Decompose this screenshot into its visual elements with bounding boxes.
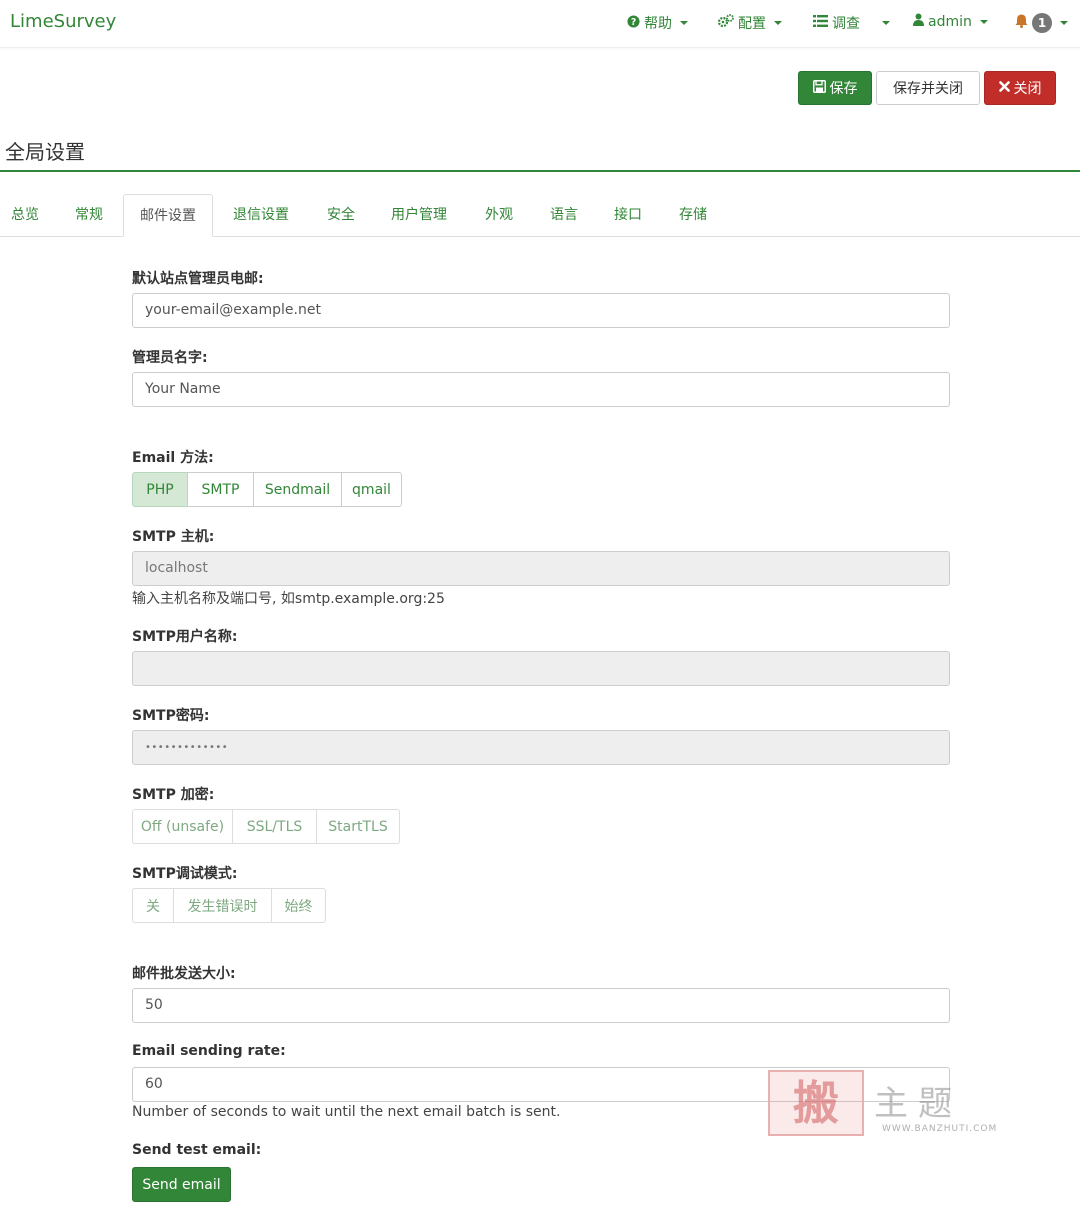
- batch-size-label: 邮件批发送大小:: [132, 966, 236, 982]
- email-method-qmail[interactable]: qmail: [341, 472, 402, 507]
- svg-text:?: ?: [631, 17, 636, 28]
- top-navbar: LimeSurvey ? 帮助 配置 调查 admin 1: [0, 0, 1080, 48]
- site-watermark: 搬 主题 WWW.BANZHUTI.COM: [768, 1070, 1000, 1136]
- cogs-icon: [717, 14, 734, 32]
- admin-email-label: 默认站点管理员电邮:: [132, 271, 264, 287]
- save-button[interactable]: 保存: [798, 71, 872, 105]
- send-test-email-button[interactable]: Send email: [132, 1167, 231, 1202]
- chevron-down-icon: [1060, 21, 1068, 25]
- help-menu[interactable]: ? 帮助: [627, 13, 688, 33]
- smtp-debug-label: SMTP调试模式:: [132, 866, 238, 882]
- help-menu-label: 帮助: [644, 16, 672, 32]
- tab-interfaces[interactable]: 接口: [614, 194, 642, 237]
- smtp-encryption-off[interactable]: Off (unsafe): [132, 809, 233, 844]
- smtp-host-label: SMTP 主机:: [132, 529, 215, 545]
- admin-name-input[interactable]: Your Name: [132, 372, 950, 407]
- surveys-menu[interactable]: 调查: [813, 13, 890, 33]
- smtp-encryption-label: SMTP 加密:: [132, 787, 215, 803]
- smtp-password-input[interactable]: •••••••••••••: [132, 730, 950, 765]
- email-method-php[interactable]: PHP: [132, 472, 188, 507]
- close-button-label: 关闭: [1013, 81, 1042, 97]
- close-button[interactable]: 关闭: [984, 71, 1056, 105]
- brand-logo[interactable]: LimeSurvey: [10, 11, 116, 32]
- bell-icon: [1015, 14, 1028, 32]
- tab-security[interactable]: 安全: [327, 194, 355, 237]
- smtp-username-input[interactable]: [132, 651, 950, 686]
- tab-appearance[interactable]: 外观: [485, 194, 513, 237]
- config-menu[interactable]: 配置: [717, 13, 782, 33]
- tab-bounce-settings[interactable]: 退信设置: [233, 194, 289, 237]
- test-email-label: Send test email:: [132, 1142, 262, 1158]
- close-icon: [998, 80, 1010, 96]
- watermark-logo: 搬: [768, 1070, 864, 1136]
- sending-rate-help: Number of seconds to wait until the next…: [132, 1104, 561, 1120]
- question-circle-icon: ?: [627, 14, 640, 32]
- watermark-text: 主题: [874, 1084, 962, 1124]
- title-divider: [0, 170, 1080, 172]
- floppy-disk-icon: [812, 79, 826, 97]
- tab-user-management[interactable]: 用户管理: [391, 194, 447, 237]
- email-method-toggle: PHP SMTP Sendmail qmail: [132, 472, 402, 507]
- tab-general[interactable]: 常规: [75, 194, 103, 237]
- sending-rate-label: Email sending rate:: [132, 1043, 286, 1059]
- admin-name-label: 管理员名字:: [132, 350, 208, 366]
- user-menu[interactable]: admin: [913, 13, 988, 30]
- smtp-password-label: SMTP密码:: [132, 708, 210, 724]
- email-method-sendmail[interactable]: Sendmail: [253, 472, 342, 507]
- smtp-encryption-ssl-tls[interactable]: SSL/TLS: [232, 809, 317, 844]
- chevron-down-icon: [680, 21, 688, 25]
- smtp-debug-always[interactable]: 始终: [271, 888, 326, 923]
- chevron-down-icon: [774, 21, 782, 25]
- settings-tabs: 总览 常规 邮件设置 退信设置 安全 用户管理 外观 语言 接口 存储: [0, 194, 1080, 237]
- email-method-smtp[interactable]: SMTP: [187, 472, 254, 507]
- smtp-host-help: 输入主机名称及端口号, 如smtp.example.org:25: [132, 591, 445, 607]
- tab-storage[interactable]: 存储: [679, 194, 707, 237]
- config-menu-label: 配置: [738, 16, 766, 32]
- surveys-menu-label: 调查: [832, 16, 860, 32]
- tab-language[interactable]: 语言: [550, 194, 578, 237]
- smtp-debug-toggle: 关 发生错误时 始终: [132, 888, 326, 923]
- notification-count-badge: 1: [1032, 13, 1052, 33]
- smtp-debug-off[interactable]: 关: [132, 888, 174, 923]
- smtp-encryption-toggle: Off (unsafe) SSL/TLS StartTLS: [132, 809, 400, 844]
- chevron-down-icon: [979, 19, 988, 24]
- email-method-label: Email 方法:: [132, 450, 214, 466]
- batch-size-input[interactable]: 50: [132, 988, 950, 1023]
- tab-email-settings[interactable]: 邮件设置: [123, 194, 213, 237]
- notifications-menu[interactable]: 1: [1015, 13, 1068, 33]
- watermark-url: WWW.BANZHUTI.COM: [882, 1124, 998, 1134]
- chevron-down-icon: [882, 21, 890, 25]
- tab-overview[interactable]: 总览: [11, 194, 39, 237]
- save-and-close-button[interactable]: 保存并关闭: [876, 71, 980, 105]
- smtp-username-label: SMTP用户名称:: [132, 629, 238, 645]
- smtp-host-input[interactable]: localhost: [132, 551, 950, 586]
- page-title: 全局设置: [5, 140, 85, 164]
- user-menu-label: admin: [928, 13, 972, 30]
- smtp-encryption-starttls[interactable]: StartTLS: [316, 809, 400, 844]
- smtp-debug-on-error[interactable]: 发生错误时: [173, 888, 272, 923]
- list-icon: [813, 15, 828, 31]
- save-button-label: 保存: [829, 81, 858, 97]
- user-icon: [913, 13, 924, 30]
- admin-email-input[interactable]: your-email@example.net: [132, 293, 950, 328]
